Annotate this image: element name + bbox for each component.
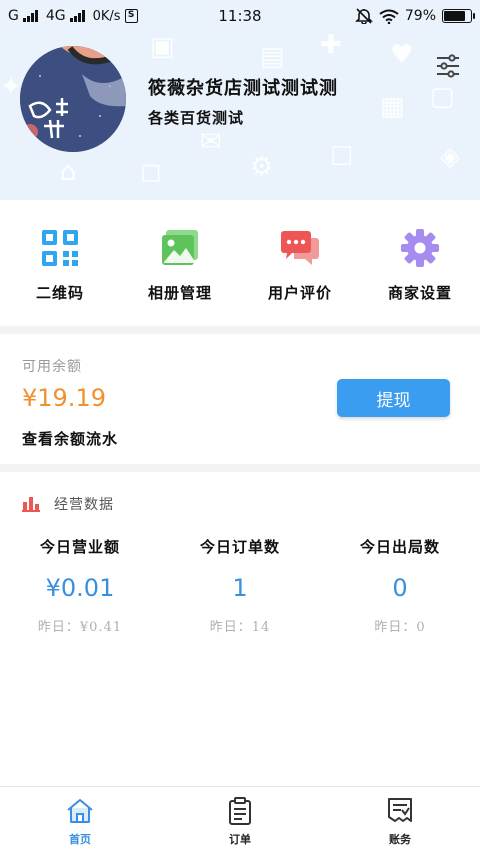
decor-pattern-icon: ✉ <box>200 127 222 157</box>
status-left: G 4G 0K/s S <box>8 8 355 24</box>
stat-yesterday: 昨日：0 <box>374 620 426 635</box>
nav-label: 订单 <box>229 833 251 846</box>
settings-sliders-button[interactable] <box>434 52 462 80</box>
battery-percent: 79% <box>404 8 436 24</box>
carrier-a-label: G <box>8 8 19 24</box>
stat-today-orders[interactable]: 今日订单数 1 昨日：14 <box>160 536 320 635</box>
qm-qr-code[interactable]: 二维码 <box>0 200 120 326</box>
avatar-image <box>20 46 126 152</box>
decor-pattern-icon: ◈ <box>440 142 460 172</box>
decor-pattern-icon: ◻ <box>140 157 162 187</box>
decor-pattern-icon: ▢ <box>430 82 455 112</box>
s-badge-icon: S <box>124 9 138 23</box>
qr-code-icon <box>42 230 78 266</box>
nav-orders[interactable]: 订单 <box>160 787 320 853</box>
business-data-card: 经营数据 今日营业额 ¥0.01 昨日：¥0.41 今日订单数 1 昨日：14 … <box>0 472 480 786</box>
stat-yesterday: 昨日：¥0.41 <box>37 620 123 635</box>
bar-chart-icon <box>22 497 40 512</box>
shop-subtitle: 各类百货测试 <box>148 109 245 127</box>
stat-label: 今日营业额 <box>39 538 120 556</box>
bottom-nav: 首页 订单 账务 <box>0 786 480 853</box>
shop-header: ▣ ✉ ▤ ✚ ☐ ▦ ♥ ◈ ⚙ ◻ ⌂ ✦ ▢ 筱薇杂货店测试测试测 各类百… <box>0 32 480 200</box>
available-balance-label: 可用余额 <box>22 359 82 375</box>
qm-label: 相册管理 <box>147 284 212 302</box>
stat-today-revenue[interactable]: 今日营业额 ¥0.01 昨日：¥0.41 <box>0 536 160 635</box>
nav-home[interactable]: 首页 <box>0 787 160 853</box>
battery-icon <box>442 9 475 23</box>
business-header: 经营数据 <box>22 494 114 514</box>
stats-row: 今日营业额 ¥0.01 昨日：¥0.41 今日订单数 1 昨日：14 今日出局数… <box>0 536 480 635</box>
decor-pattern-icon: ▣ <box>150 32 175 62</box>
chat-bubble-icon <box>281 231 319 265</box>
view-balance-history-link[interactable]: 查看余额流水 <box>22 428 118 449</box>
stat-value: 0 <box>392 574 408 602</box>
qm-label: 商家设置 <box>387 284 452 302</box>
screen: G 4G 0K/s S 11:38 79% ▣ ✉ ▤ ✚ ☐ ▦ ♥ ◈ ⚙ … <box>0 0 480 853</box>
stat-yesterday: 昨日：14 <box>209 620 271 635</box>
qm-merchant-settings[interactable]: 商家设置 <box>360 200 480 326</box>
wifi-icon <box>379 9 399 24</box>
gear-icon <box>401 229 439 267</box>
signal-icon <box>69 10 85 22</box>
nav-label: 账务 <box>389 833 411 846</box>
qm-label: 用户评价 <box>267 284 332 302</box>
decor-pattern-icon: ▦ <box>380 92 405 122</box>
carrier-b-label: 4G <box>45 8 66 24</box>
avatar[interactable] <box>20 46 126 152</box>
sliders-icon <box>437 54 459 78</box>
decor-pattern-icon: ✚ <box>320 32 342 60</box>
network-speed: 0K/s <box>92 8 121 24</box>
decor-pattern-icon: ✦ <box>0 72 22 102</box>
withdraw-button[interactable]: 提现 <box>337 379 450 417</box>
album-icon <box>162 230 198 265</box>
stat-value: ¥0.01 <box>45 574 115 602</box>
stat-value: 1 <box>232 574 248 602</box>
qm-user-reviews[interactable]: 用户评价 <box>240 200 360 326</box>
mute-icon <box>354 8 373 24</box>
decor-pattern-icon: ▤ <box>260 42 285 72</box>
decor-pattern-icon: ♥ <box>390 40 414 70</box>
stat-label: 今日订单数 <box>199 538 280 556</box>
decor-pattern-icon: ☐ <box>330 142 354 172</box>
bill-icon <box>388 798 412 822</box>
status-bar: G 4G 0K/s S 11:38 79% <box>0 0 480 32</box>
qm-album-manage[interactable]: 相册管理 <box>120 200 240 326</box>
decor-pattern-icon: ⌂ <box>60 157 77 187</box>
shop-name: 筱薇杂货店测试测试测 <box>148 78 338 99</box>
stat-today-outs[interactable]: 今日出局数 0 昨日：0 <box>320 536 480 635</box>
qm-label: 二维码 <box>35 284 84 302</box>
home-icon <box>67 799 93 823</box>
stat-label: 今日出局数 <box>359 538 440 556</box>
signal-icon <box>22 10 38 22</box>
order-clipboard-icon <box>229 797 251 825</box>
status-right: 79% <box>354 8 475 24</box>
decor-pattern-icon: ⚙ <box>250 152 274 182</box>
balance-card: 可用余额 ¥19.19 查看余额流水 提现 <box>0 334 480 464</box>
quick-menu: 二维码 相册管理 用户评价 商家设置 <box>0 200 480 326</box>
nav-accounts[interactable]: 账务 <box>320 787 480 853</box>
nav-label: 首页 <box>69 833 91 846</box>
business-title: 经营数据 <box>54 497 114 513</box>
available-balance-value: ¥19.19 <box>22 384 106 412</box>
